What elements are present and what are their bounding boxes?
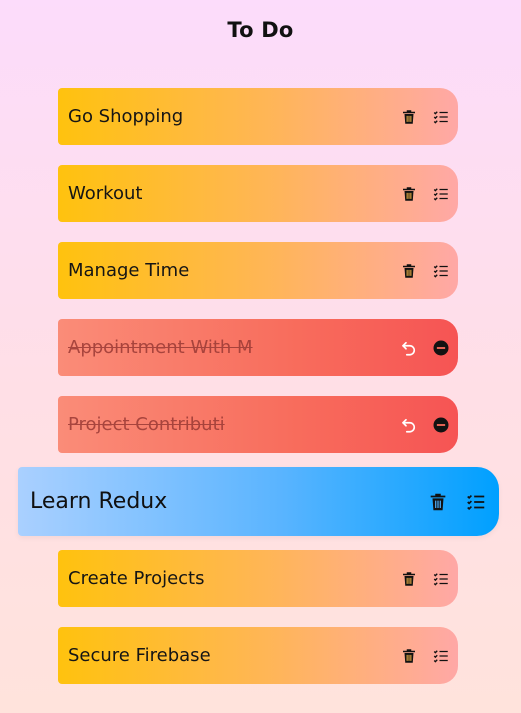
todo-actions	[400, 570, 450, 588]
todo-actions	[427, 491, 487, 513]
todo-item-completed[interactable]: Project Contributi	[58, 396, 458, 453]
undo-icon[interactable]	[400, 339, 418, 357]
trash-icon[interactable]	[400, 185, 418, 203]
todo-item-label: Workout	[68, 183, 143, 204]
todo-item-label: Learn Redux	[30, 489, 168, 514]
checklist-icon[interactable]	[432, 262, 450, 280]
todo-item-label: Manage Time	[68, 260, 190, 281]
trash-icon[interactable]	[400, 108, 418, 126]
trash-icon[interactable]	[400, 262, 418, 280]
trash-icon[interactable]	[400, 647, 418, 665]
todo-actions	[400, 416, 450, 434]
checklist-icon[interactable]	[432, 647, 450, 665]
remove-circle-icon[interactable]	[432, 339, 450, 357]
todo-item[interactable]: Create Projects	[58, 550, 458, 607]
checklist-icon[interactable]	[432, 108, 450, 126]
todo-item-completed[interactable]: Appointment With M	[58, 319, 458, 376]
todo-actions	[400, 185, 450, 203]
todo-item-label: Go Shopping	[68, 106, 184, 127]
checklist-icon[interactable]	[432, 185, 450, 203]
todo-item-label: Create Projects	[68, 568, 205, 589]
todo-item[interactable]: Go Shopping	[58, 88, 458, 145]
todo-actions	[400, 647, 450, 665]
todo-item[interactable]: Manage Time	[58, 242, 458, 299]
remove-circle-icon[interactable]	[432, 416, 450, 434]
undo-icon[interactable]	[400, 416, 418, 434]
trash-icon[interactable]	[400, 570, 418, 588]
todo-item[interactable]: Secure Firebase	[58, 627, 458, 684]
todo-list: Go Shopping Workout Manage Time Appointm…	[0, 0, 521, 713]
todo-item[interactable]: Workout	[58, 165, 458, 222]
todo-actions	[400, 262, 450, 280]
checklist-icon[interactable]	[465, 491, 487, 513]
todo-actions	[400, 108, 450, 126]
todo-item-label: Project Contributi	[68, 414, 225, 435]
checklist-icon[interactable]	[432, 570, 450, 588]
trash-icon[interactable]	[427, 491, 449, 513]
todo-item-dragging[interactable]: Learn Redux	[18, 467, 499, 536]
todo-actions	[400, 339, 450, 357]
todo-item-label: Secure Firebase	[68, 645, 211, 666]
todo-item-label: Appointment With M	[68, 337, 253, 358]
